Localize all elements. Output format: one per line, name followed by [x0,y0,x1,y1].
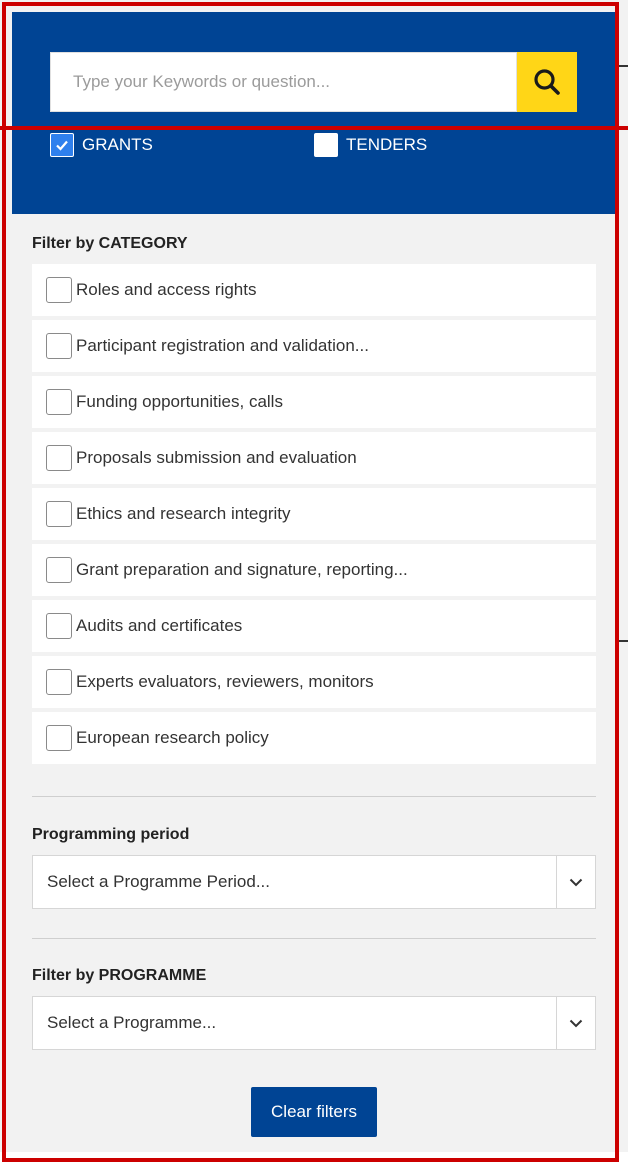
filter-panel: GRANTS TENDERS Filter by CATEGORY Roles … [0,0,628,1162]
category-item-proposals[interactable]: Proposals submission and evaluation [32,432,596,484]
grants-checkbox[interactable] [50,133,74,157]
programme-select[interactable]: Select a Programme... [32,996,596,1050]
search-button[interactable] [517,52,577,112]
category-item-participant-registration[interactable]: Participant registration and validation.… [32,320,596,372]
category-label: Funding opportunities, calls [76,392,283,411]
category-item-funding[interactable]: Funding opportunities, calls [32,376,596,428]
category-label: Grant preparation and signature, reporti… [76,560,408,579]
category-item-ethics[interactable]: Ethics and research integrity [32,488,596,540]
category-label: Participant registration and validation.… [76,336,369,355]
category-checkbox[interactable] [46,277,72,303]
category-item-grant-preparation[interactable]: Grant preparation and signature, reporti… [32,544,596,596]
category-checkbox[interactable] [46,725,72,751]
chevron-down-icon[interactable] [556,856,595,908]
edge-tick [619,65,628,67]
edge-tick [619,640,628,642]
category-checkbox[interactable] [46,389,72,415]
programming-period-select[interactable]: Select a Programme Period... [32,855,596,909]
divider [32,938,596,939]
category-label: Experts evaluators, reviewers, monitors [76,672,374,691]
category-label: Ethics and research integrity [76,504,291,523]
category-checkbox[interactable] [46,669,72,695]
grants-label: GRANTS [82,135,153,154]
category-item-audits[interactable]: Audits and certificates [32,600,596,652]
category-checkbox[interactable] [46,557,72,583]
programme-title: Filter by PROGRAMME [32,967,207,984]
category-checkbox[interactable] [46,501,72,527]
category-item-roles[interactable]: Roles and access rights [32,264,596,316]
annotation-line [0,126,628,130]
chevron-down-icon[interactable] [556,997,595,1049]
clear-filters-button[interactable]: Clear filters [251,1087,377,1137]
category-checkbox[interactable] [46,333,72,359]
category-label: Roles and access rights [76,280,257,299]
category-label: Audits and certificates [76,616,243,635]
programming-period-title: Programming period [32,826,190,843]
tenders-toggle[interactable]: TENDERS [314,133,427,157]
category-label: Proposals submission and evaluation [76,448,357,467]
category-item-experts[interactable]: Experts evaluators, reviewers, monitors [32,656,596,708]
search-input[interactable] [71,71,516,93]
category-title: Filter by CATEGORY [32,235,188,252]
grants-toggle[interactable]: GRANTS [50,133,153,157]
search-header [12,12,615,214]
search-icon [534,69,560,95]
programme-value: Select a Programme... [47,1013,217,1032]
tenders-label: TENDERS [346,135,428,154]
category-label: European research policy [76,728,269,747]
search-field[interactable] [50,52,517,112]
category-item-research-policy[interactable]: European research policy [32,712,596,764]
category-checkbox[interactable] [46,445,72,471]
checkmark-icon [56,140,68,151]
category-checkbox[interactable] [46,613,72,639]
divider [32,796,596,797]
programming-period-value: Select a Programme Period... [47,872,270,891]
tenders-checkbox[interactable] [314,133,338,157]
